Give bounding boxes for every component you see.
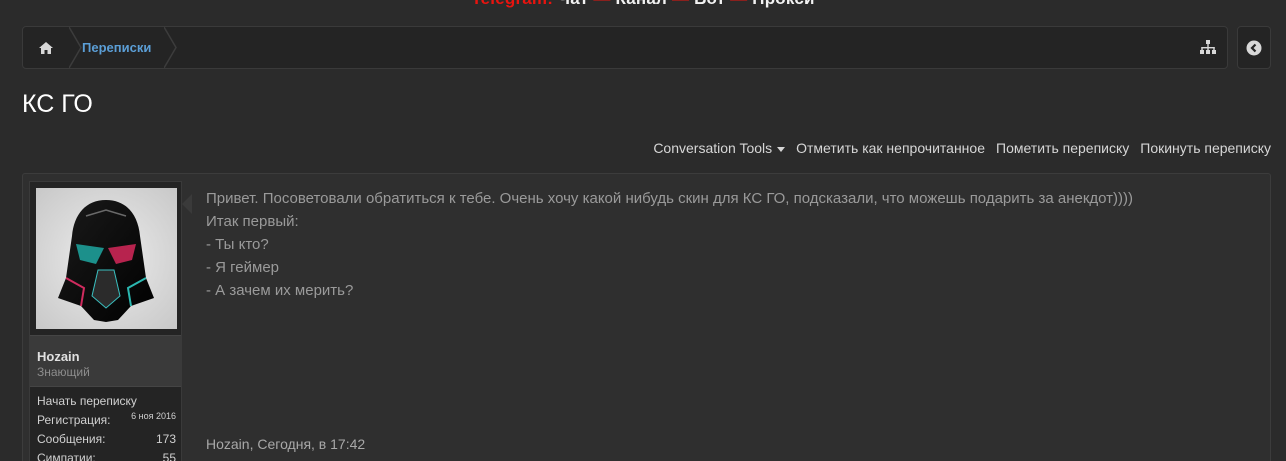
chevron-left-circle-icon [1246,40,1262,55]
promo-telegram[interactable]: Telegram: [471,0,553,8]
promo-dash: — [672,0,689,8]
message-meta: Hozain, Сегодня, в 17:42 [206,436,365,452]
promo-bot[interactable]: Бот [694,0,725,8]
breadcrumb-separator-icon [164,27,177,68]
stat-value: 6 ноя 2016 [131,411,176,421]
username[interactable]: Hozain [37,349,80,364]
stat-row: Симпатии: 55 [37,449,176,461]
star-conversation-link[interactable]: Пометить переписку [996,140,1129,156]
mark-unread-link[interactable]: Отметить как непрочитанное [796,140,985,156]
message-body: Привет. Посоветовали обратиться к тебе. … [206,187,1266,302]
breadcrumb: Переписки [22,26,1228,69]
stat-value[interactable]: 173 [156,430,176,449]
sitemap-icon[interactable] [1199,39,1217,57]
stat-row: Сообщения: 173 [37,430,176,449]
message-bubble-arrow [182,194,192,214]
message-line: - Ты кто? [206,236,269,253]
user-info-box: Hozain Знающий Начать переписку Регистра… [29,181,182,461]
caret-down-icon [777,146,786,152]
home-icon [39,41,53,54]
page-title: КС ГО [22,90,93,118]
message-author[interactable]: Hozain [206,436,250,452]
breadcrumb-home[interactable] [23,27,69,68]
meta-separator: , [249,436,254,452]
stat-row: Регистрация: 6 ноя 2016 [37,411,176,430]
message-line: Привет. Посоветовали обратиться к тебе. … [206,190,1134,207]
user-rank: Знающий [37,365,90,379]
promo-chat[interactable]: Чат [558,0,588,8]
message-line: - А зачем их мерить? [206,282,354,299]
stat-value[interactable]: 55 [163,449,176,461]
conversation-tools-label: Conversation Tools [653,140,773,156]
promo-proxy[interactable]: Прокси [752,0,814,8]
avatar[interactable] [36,188,177,329]
promo-dash: — [593,0,610,8]
avatar-darth-vader-icon [58,200,154,322]
message-line: Итак первый: [206,213,299,230]
breadcrumb-separator-icon [69,27,82,68]
stat-label: Сообщения: [37,432,106,446]
stat-label: Регистрация: [37,413,111,427]
leave-conversation-link[interactable]: Покинуть переписку [1140,140,1271,156]
promo-banner: Telegram: Чат — Канал — Бот — Прокси [0,0,1286,9]
user-title-block: Hozain Знающий [30,335,181,387]
message: Hozain Знающий Начать переписку Регистра… [22,173,1271,461]
promo-channel[interactable]: Канал [615,0,667,8]
stat-label: Симпатии: [37,451,96,461]
message-line: - Я геймер [206,259,280,276]
user-stats: Начать переписку Регистрация: 6 ноя 2016… [37,392,176,461]
promo-dash: — [730,0,747,8]
conversation-tools-menu[interactable]: Conversation Tools [653,140,786,156]
conversation-toolbar: Conversation Tools Отметить как непрочит… [653,140,1271,156]
message-time[interactable]: Сегодня, в 17:42 [257,436,365,452]
breadcrumb-item-conversations[interactable]: Переписки [82,27,159,68]
page: Telegram: Чат — Канал — Бот — Прокси Пер… [0,0,1286,461]
back-button[interactable] [1237,26,1271,69]
